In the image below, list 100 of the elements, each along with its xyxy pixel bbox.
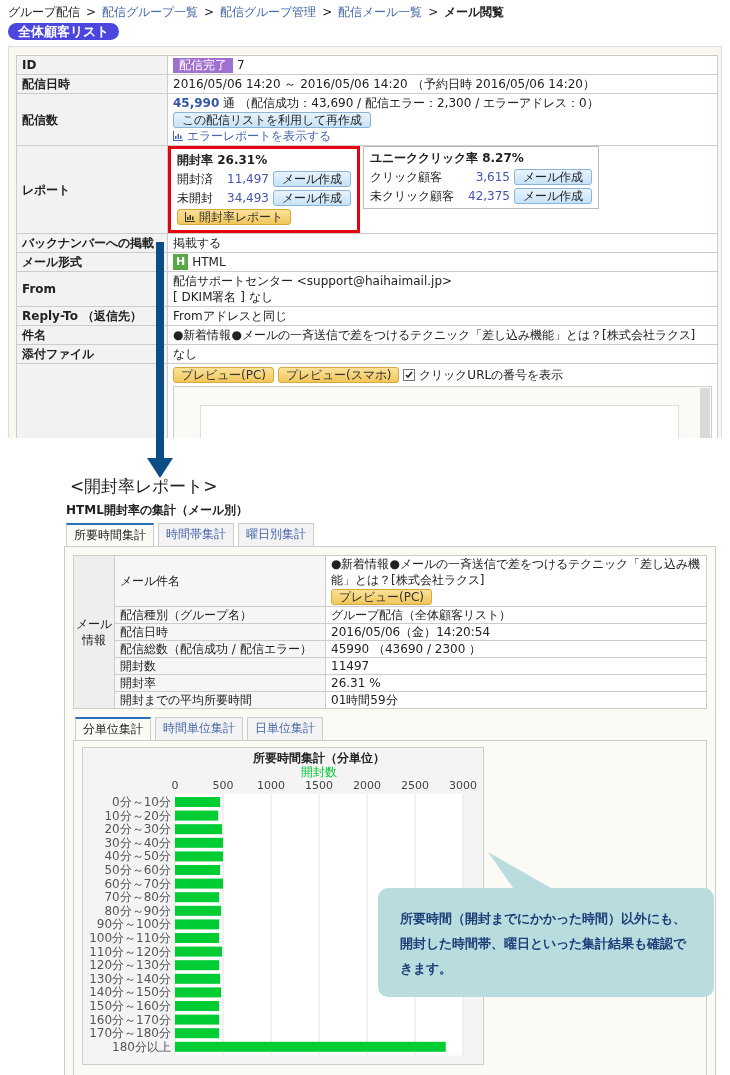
- list-name-badge: 全体顧客リスト: [8, 23, 119, 40]
- report-title: HTML開封率の集計（メール別）: [66, 502, 249, 519]
- bar: [175, 892, 220, 903]
- info-value: 26.31 %: [325, 674, 707, 692]
- axis-tick-label: 3000: [449, 779, 477, 792]
- count-unit: 通: [223, 95, 236, 111]
- bar: [175, 797, 221, 807]
- info-label: メール件名: [114, 555, 326, 607]
- rate-title: 開封率 26.31%: [177, 152, 269, 168]
- chart-title: 所要時間集計（分単位）: [253, 751, 385, 765]
- axis-tick-label: 2000: [353, 779, 381, 792]
- info-value: 45990 （43690 / 2300 ）: [325, 640, 707, 658]
- rate-count: 42,375: [467, 188, 510, 204]
- breadcrumb-separator: >: [204, 4, 215, 20]
- category-label: 140分～150分: [89, 985, 171, 1000]
- create-mail-button[interactable]: メール作成: [514, 188, 592, 204]
- info-value: 11497: [325, 657, 707, 675]
- tab[interactable]: 曜日別集計: [238, 523, 314, 546]
- category-label: 10分～20分: [104, 808, 171, 823]
- from-address: 配信サポートセンター <support@haihaimail.jp>: [173, 273, 454, 289]
- category-label: 160分～170分: [89, 1012, 171, 1027]
- category-label: 40分～50分: [104, 849, 171, 864]
- recreate-button[interactable]: この配信リストを利用して再作成: [173, 112, 371, 128]
- category-label: 80分～90分: [104, 903, 171, 918]
- bar: [175, 865, 221, 875]
- bar: [175, 1028, 220, 1039]
- count-breakdown: （配信成功：43,690 / 配信エラー：2,300 / エラーアドレス：0）: [239, 95, 599, 111]
- axis-tick-label: 0: [171, 779, 179, 792]
- breadcrumb-item: メール閲覧: [444, 4, 505, 20]
- bar: [175, 973, 221, 984]
- breadcrumb-item[interactable]: 配信グループ管理: [220, 4, 317, 20]
- section-heading: <開封率レポート>: [69, 476, 219, 496]
- category-label: 150分～160分: [89, 999, 171, 1013]
- bar: [175, 987, 222, 998]
- axis-tick-label: 1500: [305, 779, 333, 792]
- format-value: HTML: [192, 254, 226, 270]
- bar: [175, 1001, 220, 1011]
- bar: [175, 1014, 220, 1025]
- bar: [175, 837, 223, 848]
- breadcrumb-item: グループ配信: [8, 4, 80, 20]
- error-report-link[interactable]: エラーレポートを表示する: [187, 128, 331, 144]
- status-badge: 配信完了: [173, 57, 233, 73]
- breadcrumb-separator: >: [322, 4, 333, 20]
- preview-button[interactable]: プレビュー(PC): [173, 367, 274, 383]
- info-value: 01時間59分: [325, 691, 707, 709]
- tab[interactable]: 時間帯集計: [158, 523, 234, 546]
- table-cell: Fromアドレスと同じ: [167, 306, 718, 326]
- dkim-value: [ DKIM署名 ] なし: [173, 289, 274, 305]
- preview-button[interactable]: プレビュー(PC): [331, 589, 432, 605]
- table-cell: ●新着情報●メールの一斉送信で差をつけるテクニック「差し込み機能」とは？[株式会社ラクス]: [167, 325, 718, 345]
- html-badge: H: [173, 254, 189, 270]
- tab[interactable]: 所要時間集計: [66, 523, 154, 546]
- tab[interactable]: 時間単位集計: [155, 717, 243, 740]
- category-label: 60分～70分: [104, 876, 171, 891]
- bar-chart-icon: [185, 212, 195, 222]
- breadcrumb-item[interactable]: 配信グループ一覧: [102, 4, 199, 20]
- breadcrumb-item[interactable]: 配信メール一覧: [338, 4, 423, 20]
- preview-button[interactable]: プレビュー(スマホ): [278, 367, 400, 383]
- axis-tick-label: 2500: [401, 779, 429, 792]
- checkbox-label: クリックURLの番号を表示: [419, 367, 564, 383]
- table-cell: なし: [167, 344, 718, 364]
- row-label: ID: [16, 55, 168, 75]
- total-count: 45,990: [173, 95, 220, 111]
- scrollbar[interactable]: [700, 388, 710, 438]
- checkbox[interactable]: [403, 369, 416, 381]
- axis-tick-label: 1000: [257, 779, 285, 792]
- rate-count: 34,493: [226, 190, 269, 206]
- open-rate-report-button[interactable]: 開封率レポート: [177, 209, 291, 225]
- category-label: 170分～180分: [89, 1026, 171, 1041]
- rate-title: ユニーククリック率 8.27%: [370, 150, 525, 166]
- category-label: 90分～100分: [96, 917, 171, 932]
- rate-label: クリック顧客: [370, 169, 443, 185]
- bar: [175, 946, 223, 957]
- row-label: 配信数: [16, 93, 168, 146]
- create-mail-button[interactable]: メール作成: [273, 190, 351, 206]
- create-mail-button[interactable]: メール作成: [514, 169, 592, 185]
- rate-count: 11,497: [226, 171, 269, 187]
- category-label: 30分～40分: [104, 835, 171, 850]
- rate-label: 開封済: [177, 171, 213, 187]
- axis-tick-label: 500: [212, 779, 234, 792]
- bar: [175, 810, 219, 821]
- id-value: 7: [237, 57, 245, 73]
- bar: [175, 933, 220, 943]
- rate-label: 未クリック顧客: [370, 188, 454, 204]
- legend-label: 開封数: [301, 765, 337, 779]
- subject-value: ●新着情報●メールの一斉送信で差をつけるテクニック「差し込み機能」とは？[株式会社ラクス]: [331, 556, 701, 588]
- rate-count: 3,615: [474, 169, 510, 185]
- create-mail-button[interactable]: メール作成: [273, 171, 351, 187]
- tab[interactable]: 分単位集計: [75, 717, 151, 740]
- category-label: 120分～130分: [89, 958, 171, 973]
- bar: [175, 824, 223, 835]
- category-label: 70分～80分: [104, 890, 171, 905]
- category-label: 20分～30分: [104, 822, 171, 837]
- bar-chart-icon: [173, 131, 183, 141]
- table-cell: 2016/05/06 14:20 ～ 2016/05/06 14:20 （予約日時 2016/05/06 14:20）: [167, 74, 718, 94]
- group-label: メール情報: [76, 616, 112, 648]
- category-label: 110分～120分: [89, 944, 171, 959]
- tab[interactable]: 日単位集計: [247, 717, 323, 740]
- breadcrumb-separator: >: [86, 4, 97, 20]
- bar: [175, 905, 222, 916]
